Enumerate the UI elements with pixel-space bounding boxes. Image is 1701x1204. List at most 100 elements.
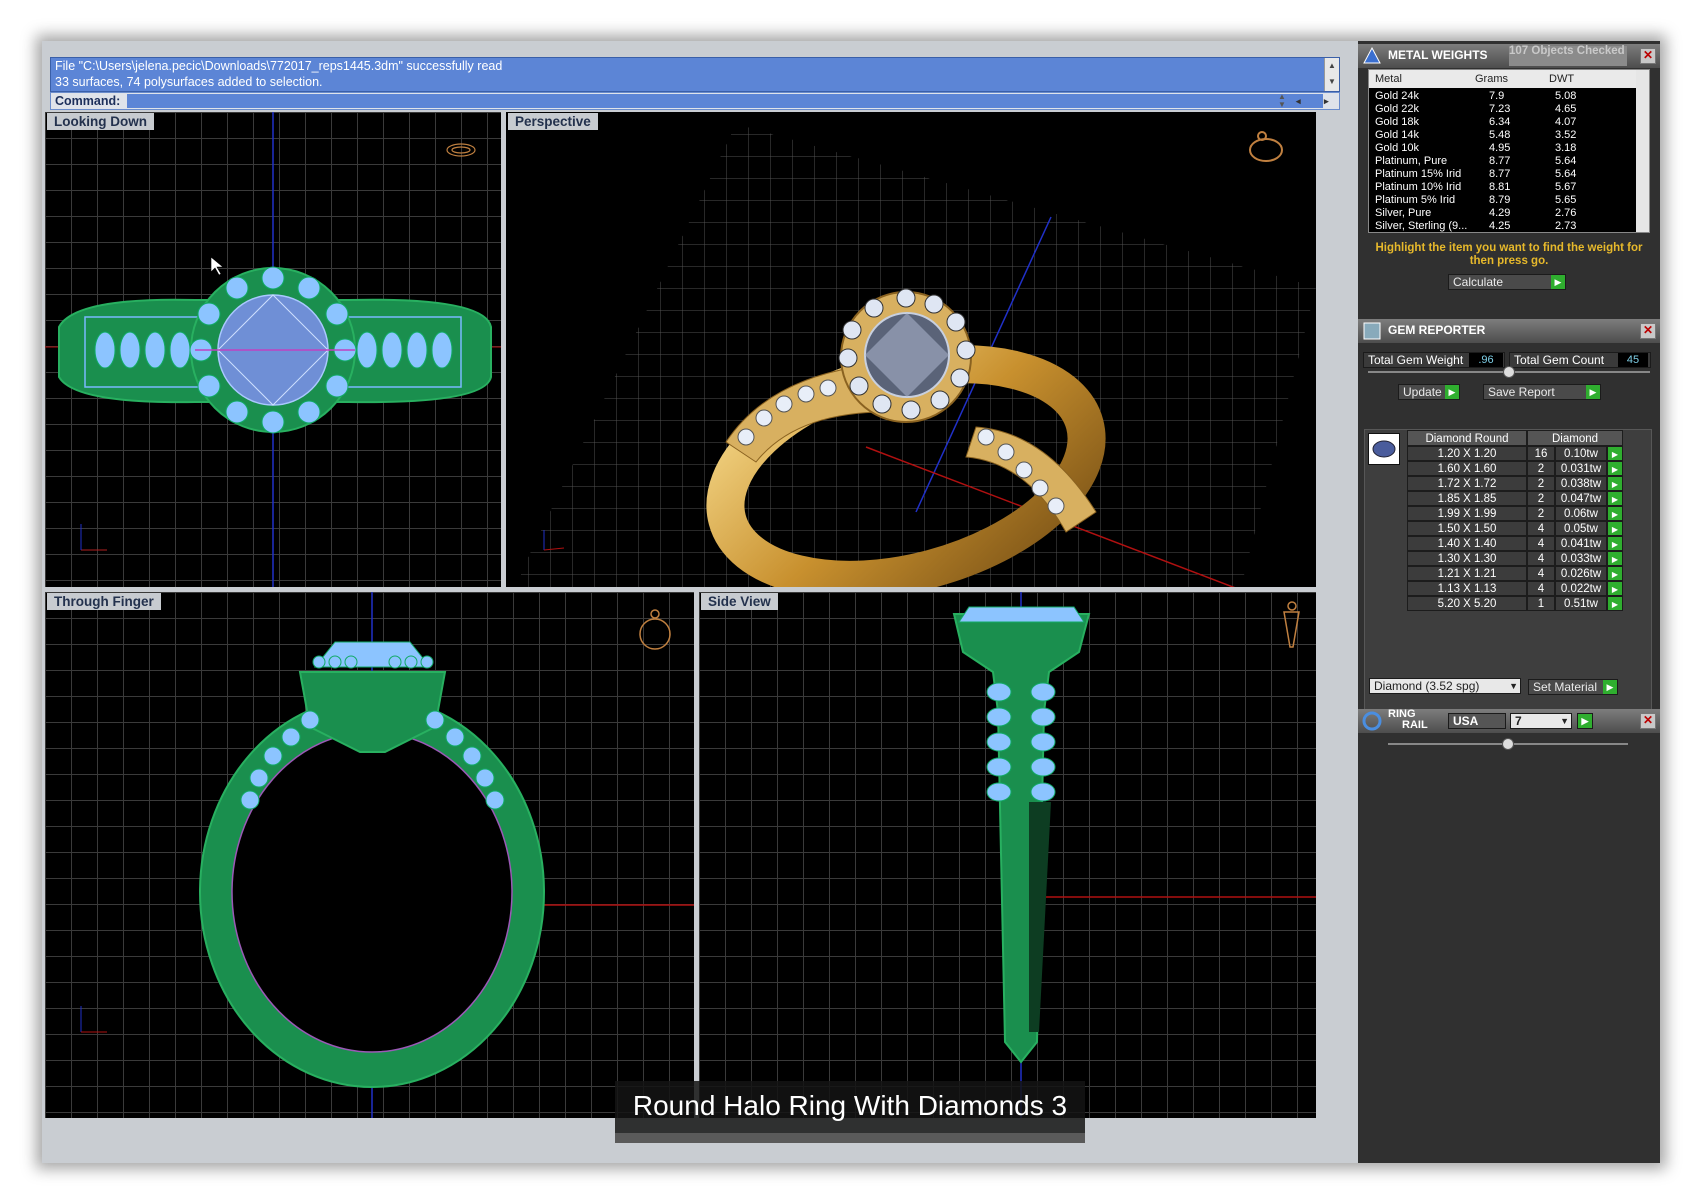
metal-weights-row[interactable]: Gold 18k 6.34 4.07 [1369, 116, 1635, 130]
gem-table-cell: 1.30 X 1.30 [1407, 551, 1527, 566]
go-arrow-icon[interactable]: ▶ [1607, 551, 1623, 566]
mini-ring-icon [639, 609, 671, 650]
gem-table-row[interactable]: 1.50 X 1.50 4 0.05tw ▶ [1407, 521, 1627, 536]
go-arrow-icon[interactable]: ▶ [1607, 491, 1623, 506]
metal-weights-table[interactable]: Metal Grams DWT Gold 24k 7.9 5.08 Gold 22k 7… [1368, 69, 1650, 233]
chevron-down-icon[interactable]: ▼ [1509, 679, 1518, 693]
command-input[interactable] [127, 94, 1323, 108]
close-icon[interactable]: ✕ [1640, 48, 1656, 64]
gem-table-cell: 1.85 X 1.85 [1407, 491, 1527, 506]
viewport-through-finger[interactable]: Through Finger [45, 592, 694, 1118]
metal-weights-row[interactable]: Silver, Pure 4.29 2.76 [1369, 207, 1635, 221]
go-arrow-icon[interactable]: ▶ [1607, 581, 1623, 596]
gem-table-cell: 4 [1527, 566, 1555, 581]
save-report-button[interactable]: Save Report ▶ [1483, 384, 1601, 400]
video-progress-bar[interactable] [615, 1133, 1085, 1143]
metal-weights-hint: Highlight the item you want to find the … [1375, 242, 1643, 267]
gem-table-row[interactable]: 1.60 X 1.60 2 0.031tw ▶ [1407, 461, 1627, 476]
gem-table-cell: 4 [1527, 536, 1555, 551]
go-arrow-icon[interactable]: ▶ [1607, 536, 1623, 551]
country-select[interactable]: USA [1448, 713, 1506, 729]
go-arrow-icon[interactable]: ▶ [1607, 596, 1623, 611]
metal-weights-cell: 5.48 [1489, 129, 1511, 141]
calculate-button[interactable]: Calculate ▶ [1448, 274, 1566, 290]
command-history-scrollbar[interactable]: ▲ ▼ [1324, 58, 1339, 91]
chevron-down-icon[interactable]: ▼ [1560, 714, 1569, 728]
update-button[interactable]: Update ▶ [1398, 384, 1460, 400]
gem-table-row[interactable]: 1.85 X 1.85 2 0.047tw ▶ [1407, 491, 1627, 506]
metal-weights-row[interactable]: Gold 14k 5.48 3.52 [1369, 129, 1635, 143]
gem-table-cell: 1.20 X 1.20 [1407, 446, 1527, 461]
country-select-value: USA [1453, 714, 1479, 728]
go-arrow-icon[interactable]: ▶ [1551, 275, 1565, 289]
metal-weights-cell: Platinum, Pure [1375, 155, 1448, 167]
viewport-label[interactable]: Side View [701, 593, 778, 610]
calculate-label: Calculate [1453, 275, 1504, 289]
gem-table-row[interactable]: 1.72 X 1.72 2 0.038tw ▶ [1407, 476, 1627, 491]
metal-weights-row[interactable]: Gold 24k 7.9 5.08 [1369, 90, 1635, 104]
command-history[interactable]: File "C:\Users\jelena.pecic\Downloads\77… [50, 57, 1340, 92]
diamond-round-icon[interactable] [1368, 433, 1400, 465]
arrow-right-icon[interactable]: ▸ [1324, 93, 1329, 109]
ring-rail-go-button[interactable]: ▶ [1577, 713, 1593, 729]
viewport-looking-down[interactable]: Looking Down [45, 112, 501, 587]
close-icon[interactable]: ✕ [1640, 713, 1656, 729]
column-header[interactable]: DWT [1549, 73, 1574, 85]
metal-weights-row[interactable]: Platinum, Pure 8.77 5.64 [1369, 155, 1635, 169]
column-header[interactable]: Diamond Round [1407, 430, 1527, 446]
scroll-down-icon[interactable]: ▼ [1325, 74, 1339, 90]
viewport-label[interactable]: Perspective [508, 113, 598, 130]
command-spinner[interactable]: ▲ ▼ [1275, 93, 1289, 109]
metal-weights-cell: 5.64 [1555, 168, 1577, 180]
metal-weights-cell: 7.23 [1489, 103, 1511, 115]
go-arrow-icon[interactable]: ▶ [1607, 506, 1623, 521]
total-gem-weight-value: .96 [1469, 353, 1503, 367]
metal-weights-scrollbar[interactable] [1636, 70, 1649, 232]
ring-rail-slider-knob[interactable] [1502, 738, 1514, 750]
gem-table-row[interactable]: 1.30 X 1.30 4 0.033tw ▶ [1407, 551, 1627, 566]
go-arrow-icon[interactable]: ▶ [1607, 521, 1623, 536]
go-arrow-icon[interactable]: ▶ [1607, 566, 1623, 581]
metal-weights-row[interactable]: Platinum 15% Irid 8.77 5.64 [1369, 168, 1635, 182]
viewport-label[interactable]: Through Finger [47, 593, 161, 610]
metal-weights-cell: 4.25 [1489, 220, 1511, 232]
update-label: Update [1403, 385, 1442, 399]
column-header[interactable]: Diamond [1527, 430, 1623, 446]
metal-weights-row[interactable]: Platinum 5% Irid 8.79 5.65 [1369, 194, 1635, 208]
gem-table-cell: 2 [1527, 491, 1555, 506]
gem-table-row[interactable]: 5.20 X 5.20 1 0.51tw ▶ [1407, 596, 1627, 611]
go-arrow-icon[interactable]: ▶ [1603, 680, 1617, 694]
gem-table-row[interactable]: 1.21 X 1.21 4 0.026tw ▶ [1407, 566, 1627, 581]
metal-weights-row[interactable]: Silver, Sterling (9... 4.25 2.73 [1369, 220, 1635, 232]
metal-weights-row[interactable]: Gold 10k 4.95 3.18 [1369, 142, 1635, 156]
scroll-up-icon[interactable]: ▲ [1325, 58, 1339, 74]
set-material-button[interactable]: Set Material ▶ [1528, 679, 1618, 695]
metal-weights-row[interactable]: Gold 22k 7.23 4.65 [1369, 103, 1635, 117]
go-arrow-icon[interactable]: ▶ [1607, 446, 1623, 461]
metal-weights-row[interactable]: Platinum 10% Irid 8.81 5.67 [1369, 181, 1635, 195]
viewport-label[interactable]: Looking Down [47, 113, 154, 130]
gem-table-row[interactable]: 1.20 X 1.20 16 0.10tw ▶ [1407, 446, 1627, 461]
go-arrow-icon[interactable]: ▶ [1586, 385, 1600, 399]
viewport-side-view[interactable]: Side View [699, 592, 1316, 1118]
gem-table-row[interactable]: 1.99 X 1.99 2 0.06tw ▶ [1407, 506, 1627, 521]
material-select[interactable]: Diamond (3.52 spg) ▼ [1369, 678, 1521, 694]
column-header[interactable]: Metal [1375, 73, 1402, 85]
metal-weights-cell: 5.67 [1555, 181, 1577, 193]
metal-weights-cell: Gold 24k [1375, 90, 1420, 102]
metal-weights-cell: 2.76 [1555, 207, 1577, 219]
go-arrow-icon[interactable]: ▶ [1578, 714, 1592, 728]
column-header[interactable]: Grams [1475, 73, 1508, 85]
go-arrow-icon[interactable]: ▶ [1607, 476, 1623, 491]
metal-weights-cell: 6.34 [1489, 116, 1511, 128]
ring-size-select[interactable]: 7 ▼ [1510, 713, 1572, 729]
go-arrow-icon[interactable]: ▶ [1607, 461, 1623, 476]
gem-table-row[interactable]: 1.40 X 1.40 4 0.041tw ▶ [1407, 536, 1627, 551]
gem-reporter-header: GEM REPORTER ✕ [1358, 319, 1660, 343]
go-arrow-icon[interactable]: ▶ [1445, 385, 1459, 399]
close-icon[interactable]: ✕ [1640, 323, 1656, 339]
gem-table-row[interactable]: 1.13 X 1.13 4 0.022tw ▶ [1407, 581, 1627, 596]
gem-slider-knob[interactable] [1503, 366, 1515, 378]
viewport-perspective[interactable]: Perspective [506, 112, 1316, 587]
arrow-left-icon[interactable]: ◂ [1296, 93, 1301, 109]
